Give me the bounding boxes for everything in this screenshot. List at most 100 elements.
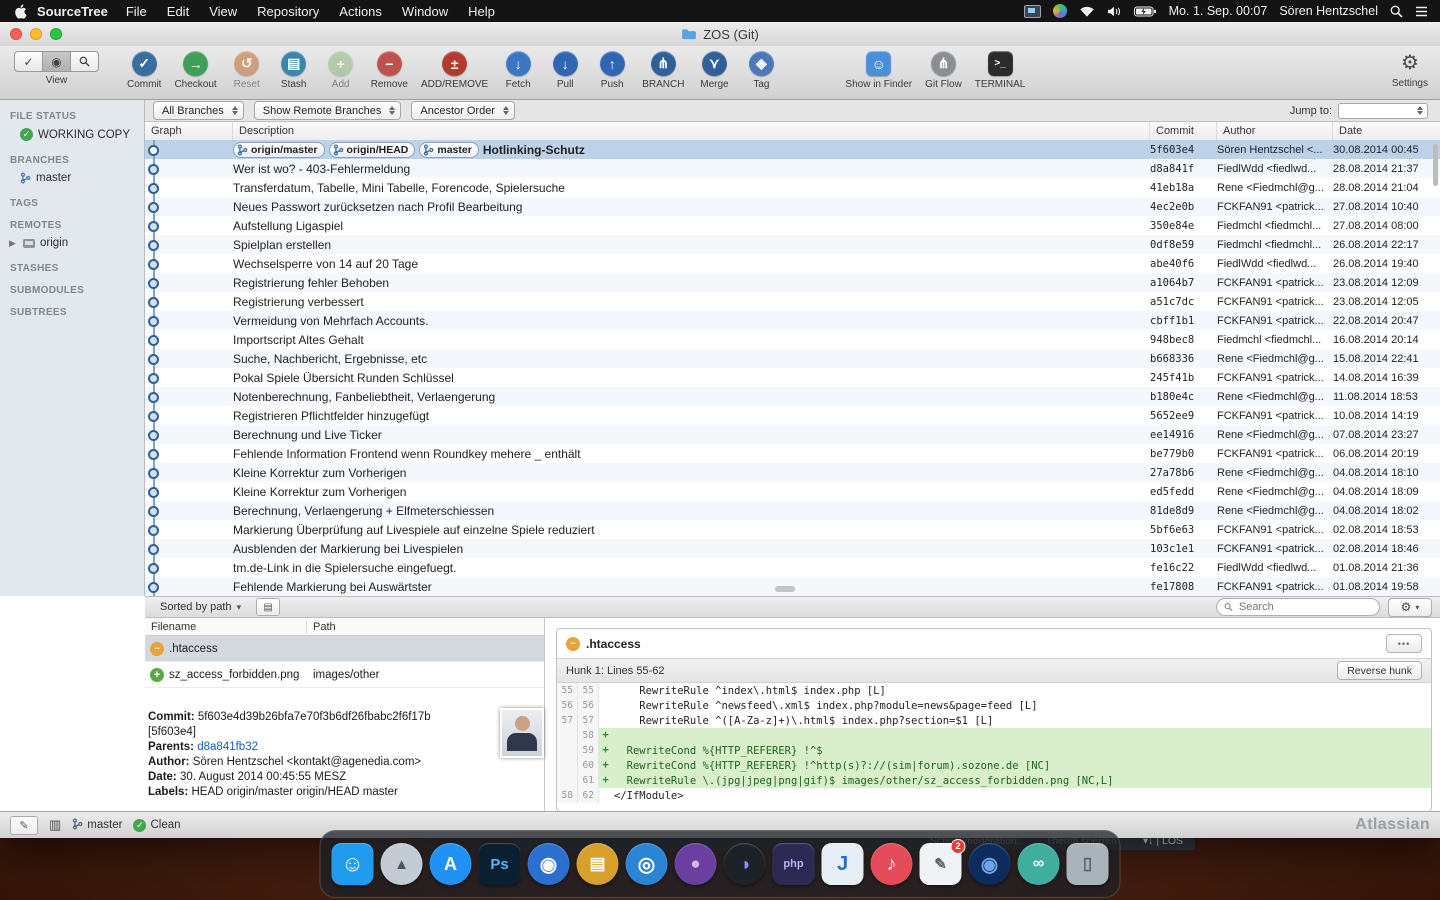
toolbar-reset-button[interactable]: ↺ Reset: [230, 51, 264, 90]
menu-user[interactable]: Sören Hentzschel: [1279, 4, 1378, 18]
commit-row[interactable]: Wechselsperre von 14 auf 20 Tage abe40f6…: [145, 254, 1440, 273]
toolbar-add-remove-button[interactable]: ± ADD/REMOVE: [421, 51, 488, 90]
dock-icon-orbs[interactable]: ∞: [1018, 843, 1060, 885]
list-view-button[interactable]: ▤: [256, 598, 280, 616]
menu-app-name[interactable]: SourceTree: [37, 4, 108, 19]
battery-icon[interactable]: [1134, 6, 1157, 17]
commit-row[interactable]: tm.de-Link in die Spielersuche eingefueg…: [145, 558, 1440, 577]
filename-column-header[interactable]: Filename: [145, 621, 307, 633]
menu-file[interactable]: File: [116, 4, 157, 19]
title-bar[interactable]: ZOS (Git): [0, 22, 1440, 47]
toolbar-merge-button[interactable]: ⋎ Merge: [697, 51, 731, 90]
dock-icon-music[interactable]: ♪: [871, 843, 913, 885]
dock-icon-purple-app[interactable]: ●: [675, 843, 717, 885]
commit-row[interactable]: Wer ist wo? - 403-Fehlermeldung d8a841f …: [145, 159, 1440, 178]
commit-row[interactable]: Transferdatum, Tabelle, Mini Tabelle, Fo…: [145, 178, 1440, 197]
menu-clock[interactable]: Mo. 1. Sep. 00:07: [1169, 4, 1268, 18]
vertical-scrollbar[interactable]: [1433, 144, 1438, 186]
toolbar-add-button[interactable]: + Add: [324, 51, 358, 90]
column-header-graph[interactable]: Graph: [145, 122, 233, 140]
sort-dropdown[interactable]: Sorted by path▾: [153, 598, 248, 616]
horizontal-scrollbar[interactable]: [775, 586, 795, 592]
dock-icon-finder[interactable]: ☺: [332, 843, 374, 885]
sidebar-item-master[interactable]: master: [0, 169, 144, 187]
ref-badge-origin-master[interactable]: origin/master: [233, 142, 325, 158]
dock-icon-app-store[interactable]: A: [430, 843, 472, 885]
disclosure-triangle[interactable]: ▶: [9, 238, 18, 249]
menu-actions[interactable]: Actions: [329, 4, 392, 19]
commit-row[interactable]: origin/masterorigin/HEADmasterHotlinking…: [145, 140, 1440, 159]
settings-button[interactable]: ⚙ Settings: [1392, 51, 1428, 89]
ancestor-order-dropdown[interactable]: Ancestor Order: [411, 101, 515, 120]
commit-row[interactable]: Suche, Nachbericht, Ergebnisse, etc b668…: [145, 349, 1440, 368]
dock-icon-j-app[interactable]: J: [822, 843, 864, 885]
zoom-button[interactable]: [50, 28, 62, 40]
view-search-segment[interactable]: [71, 52, 98, 71]
commit-row[interactable]: Ausblenden der Markierung bei Livespiele…: [145, 539, 1440, 558]
dock-icon-php[interactable]: php: [773, 843, 815, 885]
diff-menu-button[interactable]: •••: [1386, 634, 1422, 653]
wifi-icon[interactable]: [1079, 6, 1095, 17]
dock-icon-trash[interactable]: ▯: [1067, 843, 1109, 885]
menu-view[interactable]: View: [199, 4, 247, 19]
toolbar-pull-button[interactable]: ↓ Pull: [548, 51, 582, 90]
commit-row[interactable]: Markierung Überprüfung auf Livespiele au…: [145, 520, 1440, 539]
commit-row[interactable]: Registrieren Pflichtfelder hinzugefügt 5…: [145, 406, 1440, 425]
search-box[interactable]: [1216, 598, 1380, 616]
commit-row[interactable]: Spielplan erstellen 0df8e59 Fiedmchl <fi…: [145, 235, 1440, 254]
commit-row[interactable]: Vermeidung von Mehrfach Accounts. cbff1b…: [145, 311, 1440, 330]
spotlight-icon[interactable]: [1390, 5, 1403, 18]
minimize-button[interactable]: [30, 28, 42, 40]
ref-badge-master[interactable]: master: [419, 142, 478, 158]
dock-icon-planet[interactable]: ◉: [969, 843, 1011, 885]
current-branch-indicator[interactable]: master: [72, 818, 122, 833]
toolbar-push-button[interactable]: ↑ Push: [595, 51, 629, 90]
dock-icon-launchpad[interactable]: ▲: [381, 843, 423, 885]
commit-row[interactable]: Registrierung verbessert a51c7dc FCKFAN9…: [145, 292, 1440, 311]
dock-icon-database[interactable]: ▤: [577, 843, 619, 885]
toolbar-tag-button[interactable]: ◈ Tag: [744, 51, 778, 90]
toolbar-show-in-finder-button[interactable]: ☺ Show in Finder: [845, 51, 912, 90]
edit-mode-button[interactable]: ✎: [10, 816, 38, 835]
dock-icon-browser[interactable]: ◉: [528, 843, 570, 885]
file-options-button[interactable]: ⚙▾: [1388, 598, 1432, 617]
dock-icon-photoshop[interactable]: Ps: [479, 843, 521, 885]
screen-sharing-icon[interactable]: [1024, 5, 1041, 18]
toolbar-stash-button[interactable]: ▤ Stash: [277, 51, 311, 90]
column-header-commit[interactable]: Commit: [1150, 122, 1217, 140]
remote-branches-dropdown[interactable]: Show Remote Branches: [254, 101, 402, 120]
commit-row[interactable]: Notenberechnung, Fanbeliebtheit, Verlaen…: [145, 387, 1440, 406]
sidebar-item-working-copy[interactable]: ✓WORKING COPY: [0, 125, 144, 144]
volume-icon[interactable]: [1107, 6, 1122, 17]
commit-row[interactable]: Pokal Spiele Übersicht Runden Schlüssel …: [145, 368, 1440, 387]
toolbar-checkout-button[interactable]: → Checkout: [174, 51, 216, 90]
commit-row[interactable]: Registrierung fehler Behoben a1064b7 FCK…: [145, 273, 1440, 292]
search-input[interactable]: [1237, 600, 1372, 614]
file-row-htaccess[interactable]: •••.htaccess: [145, 636, 544, 662]
reverse-hunk-button[interactable]: Reverse hunk: [1337, 661, 1422, 680]
notification-center-icon[interactable]: [1415, 6, 1428, 17]
commit-row[interactable]: Kleine Korrektur zum Vorherigen 27a78b6 …: [145, 463, 1440, 482]
commit-row[interactable]: Importscript Altes Gehalt 948bec8 Fiedmc…: [145, 330, 1440, 349]
column-header-description[interactable]: Description: [233, 122, 1150, 140]
view-log-segment[interactable]: ✓: [15, 52, 43, 71]
branches-filter-dropdown[interactable]: All Branches: [153, 101, 244, 120]
commit-row[interactable]: Berechnung und Live Ticker ee14916 Rene …: [145, 425, 1440, 444]
ref-badge-origin-head[interactable]: origin/HEAD: [329, 142, 416, 158]
file-row-sz-access-forbidden-png[interactable]: +sz_access_forbidden.png images/other: [145, 662, 544, 688]
sidebar-item-origin[interactable]: ▶origin: [0, 234, 144, 252]
parent-link[interactable]: d8a841fb32: [197, 741, 258, 753]
dock-icon-updates[interactable]: ✎2: [920, 843, 962, 885]
commit-row[interactable]: Kleine Korrektur zum Vorherigen ed5fedd …: [145, 482, 1440, 501]
path-column-header[interactable]: Path: [307, 621, 336, 633]
photos-menu-icon[interactable]: [1053, 4, 1067, 18]
menu-help[interactable]: Help: [458, 4, 505, 19]
toolbar-terminal-button[interactable]: >_ TERMINAL: [975, 51, 1026, 90]
commit-row[interactable]: Berechnung, Verlaengerung + Elfmeterschi…: [145, 501, 1440, 520]
toolbar-git-flow-button[interactable]: ⋔ Git Flow: [925, 51, 962, 90]
view-commit-segment[interactable]: ◉: [43, 52, 71, 71]
commit-row[interactable]: Fehlende Information Frontend wenn Round…: [145, 444, 1440, 463]
apple-icon[interactable]: [14, 4, 27, 19]
dock-icon-globe[interactable]: ◎: [626, 843, 668, 885]
column-header-date[interactable]: Date: [1333, 122, 1440, 140]
